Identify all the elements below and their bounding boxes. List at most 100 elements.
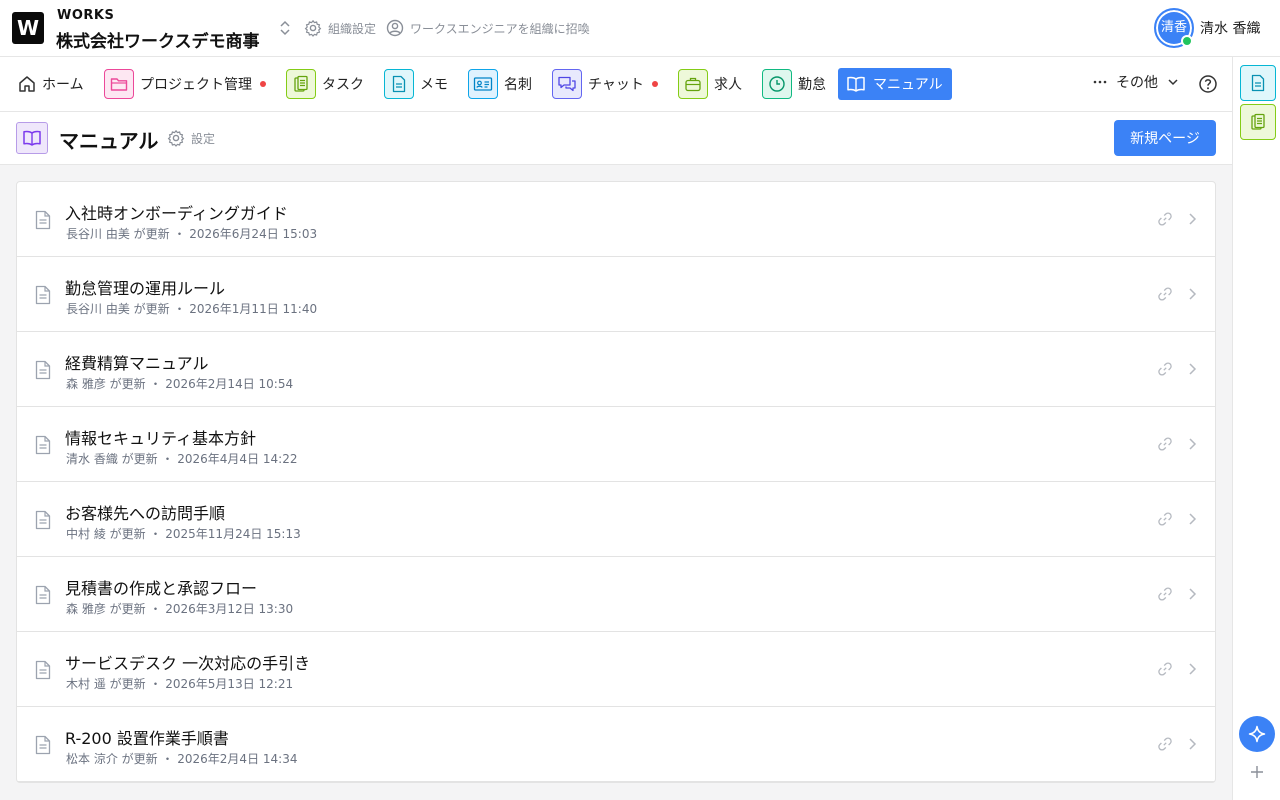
tab-recruiting[interactable]: 求人	[678, 68, 742, 100]
link-icon[interactable]	[1157, 436, 1173, 452]
clipboard-icon	[1251, 113, 1265, 130]
chevron-right-icon[interactable]	[1185, 736, 1199, 752]
chevron-right-icon[interactable]	[1185, 361, 1199, 377]
tab-business-cards[interactable]: 名刺	[468, 68, 532, 100]
briefcase-icon	[678, 69, 708, 99]
tab-label: タスク	[322, 77, 364, 93]
chevron-right-icon[interactable]	[1185, 661, 1199, 677]
manual-updated-meta: 森 雅彦 が更新 ・ 2026年2月14日 10:54	[66, 377, 294, 391]
tab-attendance[interactable]: 勤怠	[762, 68, 826, 100]
tab-label: チャット	[588, 77, 644, 93]
company-name[interactable]: 株式会社ワークスデモ商事	[56, 27, 260, 52]
org-settings-label: 組織設定	[328, 21, 377, 36]
invite-label: ワークスエンジニアを組織に招喚	[410, 21, 590, 36]
document-icon	[35, 210, 51, 230]
chevron-up-down-icon[interactable]	[277, 19, 293, 37]
page-settings-link[interactable]: 設定	[167, 129, 215, 147]
tab-label: ホーム	[42, 77, 84, 93]
link-icon[interactable]	[1157, 736, 1173, 752]
brand-name: WORKS	[57, 8, 115, 23]
org-settings-link[interactable]: 組織設定	[304, 19, 376, 37]
document-icon	[35, 360, 51, 380]
notification-dot	[260, 81, 266, 87]
tab-manual[interactable]: マニュアル	[838, 68, 952, 100]
invite-engineer-link[interactable]: ワークスエンジニアを組織に招喚	[386, 19, 590, 37]
help-icon[interactable]	[1198, 74, 1218, 94]
page-settings-label: 設定	[191, 131, 216, 146]
home-icon	[16, 69, 38, 99]
book-open-icon	[23, 130, 41, 146]
tab-label: 勤怠	[798, 77, 826, 93]
manual-updated-meta: 中村 綾 が更新 ・ 2025年11月24日 15:13	[66, 527, 301, 541]
notification-dot	[651, 81, 658, 87]
manual-updated-meta: 松本 涼介 が更新 ・ 2026年2月4日 14:34	[66, 752, 298, 766]
book-open-icon	[846, 69, 866, 99]
right-rail	[1232, 57, 1280, 800]
list-item[interactable]: サービスデスク 一次対応の手引き 木村 遥 が更新 ・ 2026年5月13日 1…	[17, 632, 1215, 707]
document-icon	[384, 69, 414, 99]
tab-label: マニュアル	[873, 77, 943, 93]
manual-updated-meta: 木村 遥 が更新 ・ 2026年5月13日 12:21	[66, 677, 294, 691]
gear-icon	[167, 129, 185, 147]
link-icon[interactable]	[1157, 586, 1173, 602]
document-icon	[35, 735, 51, 755]
document-icon	[1251, 74, 1265, 92]
sparkle-icon	[1248, 725, 1266, 743]
top-header: W WORKS 株式会社ワークスデモ商事 組織設定 ワークスエンジニアを組織に招…	[0, 0, 1280, 57]
link-icon[interactable]	[1157, 286, 1173, 302]
tab-tasks[interactable]: タスク	[286, 68, 364, 100]
more-label: その他	[1116, 75, 1158, 91]
works-logo[interactable]: W	[12, 12, 44, 44]
link-icon[interactable]	[1157, 511, 1173, 527]
page-title: マニュアル	[59, 129, 159, 153]
link-icon[interactable]	[1157, 211, 1173, 227]
manual-updated-meta: 長谷川 由美 が更新 ・ 2026年6月24日 15:03	[66, 227, 318, 241]
list-item[interactable]: 情報セキュリティ基本方針 清水 香織 が更新 ・ 2026年4月4日 14:22	[17, 407, 1215, 482]
tab-label: プロジェクト管理	[140, 77, 252, 93]
manual-list-area: 入社時オンボーディングガイド 長谷川 由美 が更新 ・ 2026年6月24日 1…	[0, 165, 1232, 800]
list-item[interactable]: 入社時オンボーディングガイド 長谷川 由美 が更新 ・ 2026年6月24日 1…	[17, 182, 1215, 257]
link-icon[interactable]	[1157, 661, 1173, 677]
tab-project-management[interactable]: プロジェクト管理	[104, 68, 266, 100]
avatar[interactable]: 清香	[1154, 8, 1194, 48]
clipboard-icon	[286, 69, 316, 99]
document-icon	[35, 285, 51, 305]
clock-icon	[762, 69, 792, 99]
tab-home[interactable]: ホーム	[16, 68, 84, 100]
manual-title: 情報セキュリティ基本方針	[65, 429, 257, 448]
tab-label: 名刺	[504, 77, 532, 93]
chevron-right-icon[interactable]	[1185, 586, 1199, 602]
list-item[interactable]: 見積書の作成と承認フロー 森 雅彦 が更新 ・ 2026年3月12日 13:30	[17, 557, 1215, 632]
manual-title: お客様先への訪問手順	[65, 504, 226, 523]
ellipsis-icon	[1093, 80, 1107, 84]
tab-chat[interactable]: チャット	[552, 68, 658, 100]
app-tabs: ホーム プロジェクト管理 タスク メモ 名刺 チャット 求人 勤怠 マニュアル	[0, 57, 1232, 112]
manual-title: 経費精算マニュアル	[65, 354, 209, 373]
user-name: 清水 香織	[1200, 21, 1261, 37]
folder-icon	[104, 69, 134, 99]
tab-label: 求人	[714, 77, 742, 93]
page-header: マニュアル 設定 新規ページ	[0, 112, 1232, 165]
tab-memo[interactable]: メモ	[384, 68, 448, 100]
list-item[interactable]: R-200 設置作業手順書 松本 涼介 が更新 ・ 2026年2月4日 14:3…	[17, 707, 1215, 782]
manual-list: 入社時オンボーディングガイド 長谷川 由美 が更新 ・ 2026年6月24日 1…	[16, 181, 1216, 783]
plus-icon[interactable]	[1249, 764, 1265, 780]
rail-memo-button[interactable]	[1240, 65, 1276, 101]
document-icon	[35, 585, 51, 605]
list-item[interactable]: お客様先への訪問手順 中村 綾 が更新 ・ 2025年11月24日 15:13	[17, 482, 1215, 557]
list-item[interactable]: 経費精算マニュアル 森 雅彦 が更新 ・ 2026年2月14日 10:54	[17, 332, 1215, 407]
chevron-right-icon[interactable]	[1185, 511, 1199, 527]
chevron-right-icon[interactable]	[1185, 286, 1199, 302]
user-menu[interactable]: 清香 清水 香織	[1154, 8, 1260, 48]
link-icon[interactable]	[1157, 361, 1173, 377]
chevron-right-icon[interactable]	[1185, 436, 1199, 452]
more-menu[interactable]: その他	[1092, 72, 1180, 92]
manual-updated-meta: 清水 香織 が更新 ・ 2026年4月4日 14:22	[66, 452, 298, 466]
online-status-dot	[1181, 35, 1193, 47]
new-page-button[interactable]: 新規ページ	[1114, 120, 1216, 156]
gear-icon	[304, 19, 322, 37]
rail-tasks-button[interactable]	[1240, 104, 1276, 140]
list-item[interactable]: 勤怠管理の運用ルール 長谷川 由美 が更新 ・ 2026年1月11日 11:40	[17, 257, 1215, 332]
chevron-right-icon[interactable]	[1185, 211, 1199, 227]
ai-assistant-button[interactable]	[1239, 716, 1275, 752]
